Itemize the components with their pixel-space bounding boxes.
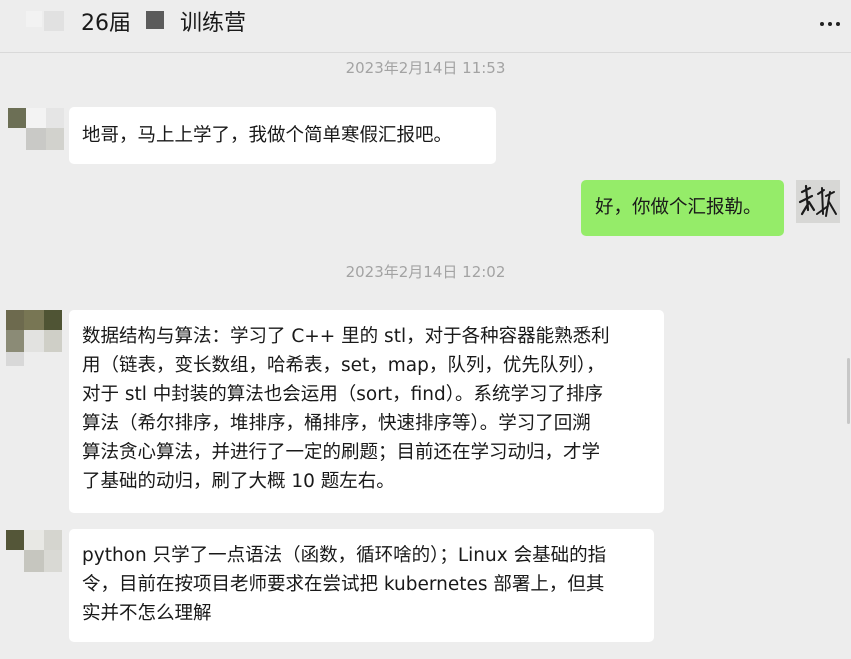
message-text-line: 令，目前在按项目老师要求在尝试把 kubernetes 部署上，但其: [82, 574, 605, 595]
chat-window: 26届 训练营 2023年2月14日 11:53 地哥，马上上学了，我做个简单寒…: [0, 0, 851, 659]
message-timestamp: 2023年2月14日 12:02: [345, 263, 506, 281]
message-text-line: 实并不怎么理解: [82, 603, 212, 624]
contact-avatar[interactable]: [6, 530, 62, 586]
contact-avatar[interactable]: [8, 108, 64, 164]
message-bubble[interactable]: 数据结构与算法：学习了 C++ 里的 stl，对于各种容器能熟悉利 用（链表，变…: [69, 310, 664, 513]
message-bubble-self[interactable]: 好，你做个汇报勒。: [581, 180, 784, 236]
more-dot: [828, 22, 832, 26]
message-timestamp: 2023年2月14日 11:53: [345, 59, 506, 77]
message-text-line: python 只学了一点语法（函数，循环啥的）；Linux 会基础的指: [82, 545, 607, 566]
message-bubble[interactable]: 地哥，马上上学了，我做个简单寒假汇报吧。: [69, 107, 496, 164]
more-options-icon[interactable]: [818, 14, 844, 34]
self-avatar[interactable]: 秋: [796, 180, 840, 223]
more-dot: [836, 22, 840, 26]
contact-avatar[interactable]: [6, 310, 62, 366]
calligraphy-avatar-icon: [798, 184, 837, 217]
message-text-line: 了基础的动归，刷了大概 10 题左右。: [82, 471, 395, 492]
more-dot: [820, 22, 824, 26]
chat-title-suffix: 训练营: [180, 11, 247, 36]
chat-title-prefix: 26届: [81, 11, 131, 36]
scrollbar-thumb[interactable]: [847, 358, 850, 424]
message-text-line: 数据结构与算法：学习了 C++ 里的 stl，对于各种容器能熟悉利: [82, 326, 610, 347]
chat-header: 26届 训练营: [0, 0, 851, 53]
message-text-line: 好，你做个汇报勒。: [595, 197, 762, 218]
message-text-line: 对于 stl 中封装的算法也会运用（sort，find）。系统学习了排序: [82, 384, 603, 405]
message-bubble[interactable]: python 只学了一点语法（函数，循环啥的）；Linux 会基础的指 令，目前…: [69, 529, 654, 642]
message-text-line: 算法贪心算法，并进行了一定的刷题；目前还在学习动归，才学: [82, 442, 601, 463]
message-text-line: 用（链表，变长数组，哈希表，set，map，队列，优先队列），: [82, 355, 605, 376]
blurred-title-segment: [146, 11, 164, 29]
blurred-title-segment: [26, 11, 42, 27]
message-text-line: 地哥，马上上学了，我做个简单寒假汇报吧。: [82, 125, 453, 146]
blurred-title-segment: [44, 11, 64, 31]
message-text-line: 算法（希尔排序，堆排序，桶排序，快速排序等）。学习了回溯: [82, 413, 591, 434]
